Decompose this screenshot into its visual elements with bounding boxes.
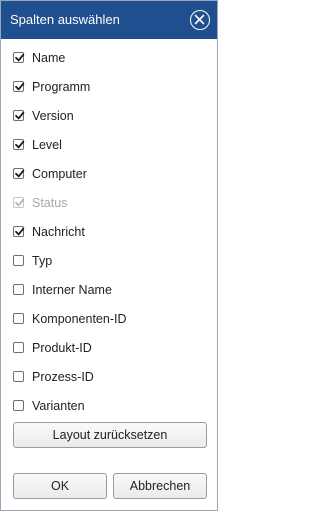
column-option-label: Nachricht bbox=[32, 224, 85, 239]
checkbox[interactable] bbox=[13, 139, 25, 150]
checkmark-icon bbox=[15, 227, 25, 236]
reset-layout-button[interactable]: Layout zurücksetzen bbox=[13, 422, 207, 448]
column-option-status: Status bbox=[1, 188, 217, 217]
column-option-label: Typ bbox=[32, 253, 53, 268]
checkmark-icon bbox=[15, 140, 25, 149]
dialog-title: Spalten auswählen bbox=[10, 12, 120, 27]
checkbox bbox=[13, 197, 25, 208]
column-option-level[interactable]: Level bbox=[1, 130, 217, 159]
column-option-label: Varianten bbox=[32, 398, 85, 413]
checkbox[interactable] bbox=[13, 255, 24, 266]
column-option-label: Status bbox=[32, 195, 68, 210]
column-option-computer[interactable]: Computer bbox=[1, 159, 217, 188]
checkbox[interactable] bbox=[13, 371, 24, 382]
column-option-label: Level bbox=[32, 137, 62, 152]
column-option-label: Version bbox=[32, 108, 74, 123]
checkmark-icon bbox=[15, 198, 25, 207]
checkbox[interactable] bbox=[13, 342, 24, 353]
checkbox[interactable] bbox=[13, 226, 25, 237]
checkbox[interactable] bbox=[13, 400, 24, 411]
column-option-label: Komponenten-ID bbox=[32, 311, 127, 326]
column-option-label: Computer bbox=[32, 166, 87, 181]
column-option-label: Prozess-ID bbox=[32, 369, 94, 384]
column-option-programm[interactable]: Programm bbox=[1, 72, 217, 101]
column-options-list: Name Programm Version Level Computer Status Na… bbox=[1, 43, 217, 420]
column-option-name[interactable]: Name bbox=[1, 43, 217, 72]
cancel-button[interactable]: Abbrechen bbox=[113, 473, 207, 499]
column-option-label: Name bbox=[32, 50, 66, 65]
column-option-produkt-id[interactable]: Produkt-ID bbox=[1, 333, 217, 362]
column-option-komponenten-id[interactable]: Komponenten-ID bbox=[1, 304, 217, 333]
column-option-interner-name[interactable]: Interner Name bbox=[1, 275, 217, 304]
checkmark-icon bbox=[15, 82, 25, 91]
checkbox[interactable] bbox=[13, 284, 24, 295]
column-chooser-dialog: Spalten auswählen Name Programm Version Lev… bbox=[0, 0, 218, 511]
close-circle-icon[interactable] bbox=[190, 10, 210, 30]
column-option-label: Programm bbox=[32, 79, 91, 94]
checkbox[interactable] bbox=[13, 110, 25, 121]
checkmark-icon bbox=[15, 53, 25, 62]
checkbox[interactable] bbox=[13, 313, 24, 324]
column-option-nachricht[interactable]: Nachricht bbox=[1, 217, 217, 246]
dialog-titlebar: Spalten auswählen bbox=[1, 1, 217, 39]
checkbox[interactable] bbox=[13, 52, 25, 63]
checkmark-icon bbox=[15, 169, 25, 178]
column-option-typ[interactable]: Typ bbox=[1, 246, 217, 275]
column-option-label: Produkt-ID bbox=[32, 340, 92, 355]
checkbox[interactable] bbox=[13, 81, 25, 92]
checkmark-icon bbox=[15, 111, 25, 120]
ok-button[interactable]: OK bbox=[13, 473, 107, 499]
column-option-label: Interner Name bbox=[32, 282, 112, 297]
column-option-prozess-id[interactable]: Prozess-ID bbox=[1, 362, 217, 391]
column-option-varianten[interactable]: Varianten bbox=[1, 391, 217, 420]
column-option-version[interactable]: Version bbox=[1, 101, 217, 130]
checkbox[interactable] bbox=[13, 168, 25, 179]
